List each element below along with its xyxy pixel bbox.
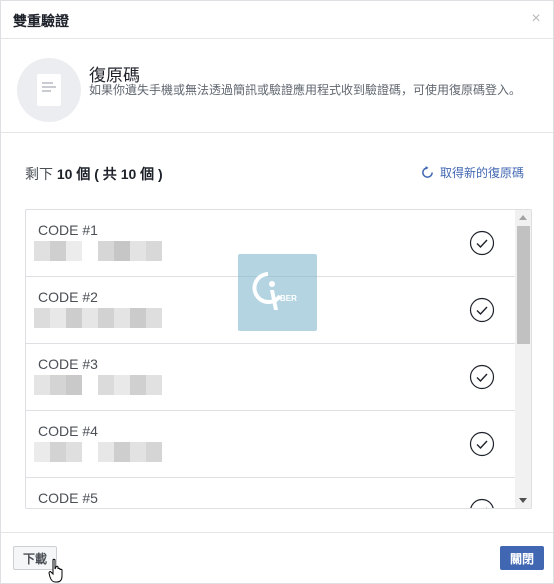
- close-icon[interactable]: ×: [529, 11, 543, 27]
- dialog-header: 雙重驗證 ×: [1, 1, 553, 39]
- get-new-codes-link[interactable]: 取得新的復原碼: [421, 164, 524, 181]
- check-circle-icon: [469, 431, 495, 457]
- code-label: CODE #4: [38, 423, 98, 439]
- refresh-icon: [422, 166, 433, 178]
- scroll-down-arrow-icon[interactable]: [519, 498, 527, 503]
- check-circle-icon: [469, 297, 495, 323]
- list-item: CODE #4: [26, 411, 515, 478]
- code-value-blurred: [34, 241, 162, 261]
- remaining-count: 剩下 10 個 ( 共 10 個 ): [25, 166, 163, 182]
- list-item: CODE #5: [26, 478, 515, 508]
- code-value-blurred: [34, 442, 162, 462]
- two-factor-dialog: 雙重驗證 × 復原碼 如果你遺失手機或無法透過簡訊或驗證應用程式收到驗證碼，可使…: [0, 0, 554, 584]
- check-circle-icon: [470, 498, 494, 508]
- intro-description: 如果你遺失手機或無法透過簡訊或驗證應用程式收到驗證碼，可使用復原碼登入。: [89, 83, 522, 97]
- scroll-up-arrow-icon[interactable]: [519, 215, 527, 220]
- code-value-blurred: [34, 308, 162, 328]
- hand-pointer-icon: [48, 558, 63, 583]
- dialog-footer: 下載 關閉: [1, 532, 553, 583]
- check-circle-icon: [469, 230, 495, 256]
- code-label: CODE #5: [38, 490, 98, 506]
- dialog-title: 雙重驗證: [13, 13, 69, 29]
- status-row: 剩下 10 個 ( 共 10 個 ) 取得新的復原碼: [1, 161, 553, 185]
- watermark-logo: BER: [238, 254, 317, 331]
- code-label: CODE #1: [38, 222, 98, 238]
- intro-section: 復原碼 如果你遺失手機或無法透過簡訊或驗證應用程式收到驗證碼，可使用復原碼登入。: [1, 40, 553, 133]
- document-icon: [17, 58, 81, 122]
- watermark-text: BER: [280, 294, 297, 303]
- code-label: CODE #3: [38, 356, 98, 372]
- check-circle-icon: [469, 364, 495, 390]
- code-label: CODE #2: [38, 289, 98, 305]
- scroll-thumb[interactable]: [517, 226, 530, 344]
- code-value-blurred: [34, 375, 162, 395]
- watermark-icon: [252, 272, 282, 310]
- list-item: CODE #3: [26, 344, 515, 411]
- close-button[interactable]: 關閉: [500, 546, 544, 570]
- scrollbar[interactable]: [515, 210, 531, 508]
